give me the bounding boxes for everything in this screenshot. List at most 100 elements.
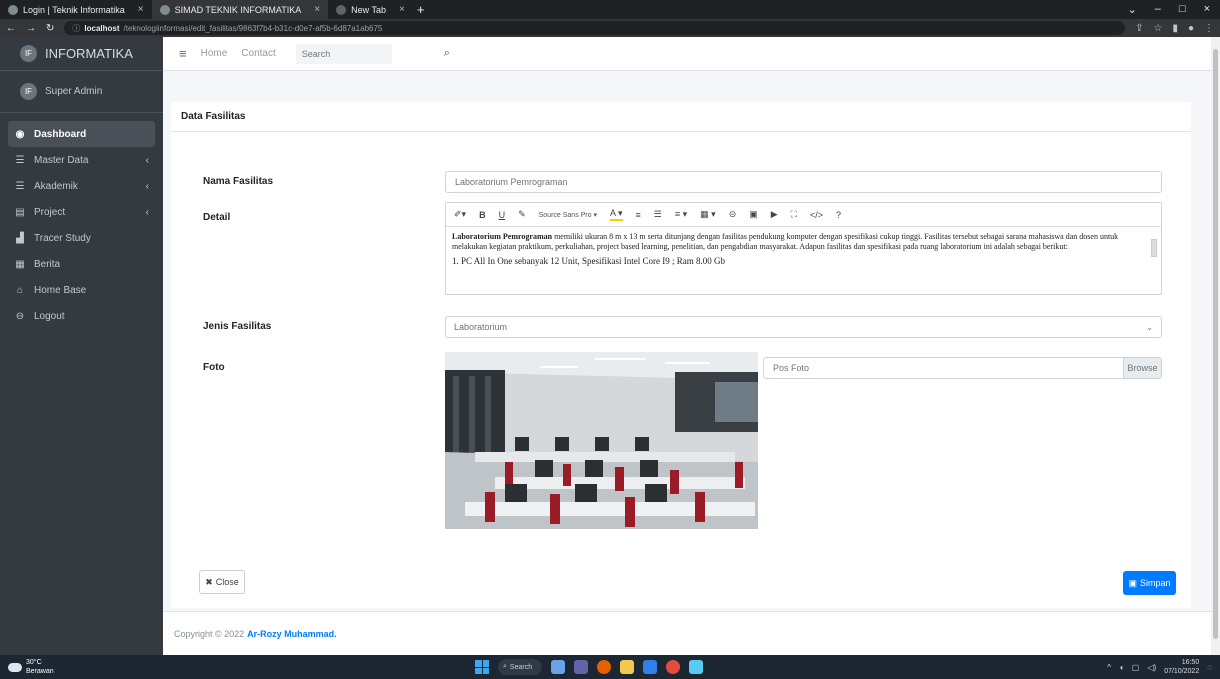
volume-icon[interactable]: ◁) xyxy=(1147,663,1156,672)
user-panel[interactable]: IF Super Admin xyxy=(0,71,163,113)
firefox-icon[interactable] xyxy=(597,660,611,674)
browser-menu-icon[interactable]: ⋮ xyxy=(1204,23,1214,34)
browser-tab[interactable]: New Tab × xyxy=(328,0,413,19)
list-icon: ☰ xyxy=(15,154,25,166)
clear-format-button[interactable]: ✎ xyxy=(518,209,526,220)
video-button[interactable]: ▶ xyxy=(771,209,778,220)
unordered-list-button[interactable]: ≡ xyxy=(636,210,641,220)
author-link[interactable]: Ar-Rozy Muhammad. xyxy=(247,629,337,639)
tab-search-icon[interactable]: ⌄ xyxy=(1128,3,1137,16)
facility-photo xyxy=(445,352,758,529)
close-window-icon[interactable]: × xyxy=(1204,3,1210,16)
link-button[interactable]: ⊝ xyxy=(729,209,737,220)
label-detail: Detail xyxy=(203,212,231,223)
reload-icon[interactable]: ↻ xyxy=(46,23,54,34)
cloud-icon xyxy=(8,662,22,672)
store-icon[interactable] xyxy=(643,660,657,674)
list-icon: ☰ xyxy=(15,180,25,192)
sidebar-nav: ◉ Dashboard ☰ Master Data ‹ ☰ Akademik ‹ ▤ Projec… xyxy=(0,113,163,337)
foto-file-input[interactable]: Pos Foto Browse xyxy=(763,357,1162,379)
chevron-down-icon: ⌄ xyxy=(1146,322,1153,332)
browser-tab-active[interactable]: SIMAD TEKNIK INFORMATIKA × xyxy=(151,0,329,19)
weather-widget[interactable]: 30°C Berawan xyxy=(0,658,200,676)
sidebar-item-label: Akademik xyxy=(34,180,78,192)
tab-close-icon[interactable]: × xyxy=(399,4,405,15)
sidebar-item-akademik[interactable]: ☰ Akademik ‹ xyxy=(8,173,155,199)
os-taskbar: 30°C Berawan ⌕ Search ^ ◖ ▢ ◁) 16:50 07/… xyxy=(0,655,1220,679)
font-family-select[interactable]: Source Sans Pro ▾ xyxy=(539,211,597,219)
jenis-fasilitas-select[interactable]: Laboratorium ⌄ xyxy=(445,316,1162,338)
chrome-icon[interactable] xyxy=(666,660,680,674)
browse-button[interactable]: Browse xyxy=(1123,358,1161,378)
user-name: Super Admin xyxy=(45,86,103,97)
windows-start-icon[interactable] xyxy=(475,660,489,674)
sidebar-item-home-base[interactable]: ⌂ Home Base xyxy=(8,277,155,303)
window-controls: ⌄ – □ × xyxy=(1128,3,1220,16)
sidebar-item-dashboard[interactable]: ◉ Dashboard xyxy=(8,121,155,147)
url-input[interactable]: ⓘ localhost /teknologiinformasi/edit_fas… xyxy=(64,21,1126,35)
search-icon[interactable]: ⌕ xyxy=(444,47,450,60)
forward-icon[interactable]: → xyxy=(26,23,36,34)
file-placeholder: Pos Foto xyxy=(773,363,810,373)
brand-logo: IF xyxy=(20,45,37,62)
style-button[interactable]: ✐▾ xyxy=(454,209,466,220)
sidebar-item-label: Master Data xyxy=(34,154,89,166)
page-scrollbar[interactable] xyxy=(1211,37,1220,655)
underline-button[interactable]: U xyxy=(499,210,506,220)
code-view-button[interactable]: </> xyxy=(810,210,823,220)
save-button[interactable]: ▣ Simpan xyxy=(1123,571,1176,595)
table-button[interactable]: ▦ ▾ xyxy=(700,209,716,220)
file-explorer-icon[interactable] xyxy=(620,660,634,674)
sidebar-item-label: Berita xyxy=(34,258,61,270)
nama-fasilitas-input[interactable]: Laboratorium Pemrograman xyxy=(445,171,1162,193)
paragraph-button[interactable]: ≡ ▾ xyxy=(675,209,687,220)
browser-tab[interactable]: Login | Teknik Informatika × xyxy=(0,0,152,19)
fullscreen-button[interactable]: ⛶ xyxy=(791,209,797,220)
scrollbar-thumb[interactable] xyxy=(1213,49,1218,639)
nav-link-home[interactable]: Home xyxy=(201,48,228,59)
display-icon[interactable]: ▢ xyxy=(1132,663,1140,672)
help-button[interactable]: ? xyxy=(836,210,841,220)
new-tab-button[interactable]: + xyxy=(417,2,425,17)
font-color-button[interactable]: A ▾ xyxy=(610,208,623,221)
copyright-text: Copyright © 2022 xyxy=(174,628,245,639)
chevron-left-icon: ‹ xyxy=(145,206,149,218)
search-input[interactable] xyxy=(295,43,392,64)
sidebar-item-master-data[interactable]: ☰ Master Data ‹ xyxy=(8,147,155,173)
teams-icon[interactable] xyxy=(574,660,588,674)
editor-scrollbar[interactable] xyxy=(1151,233,1159,293)
menu-toggle-icon[interactable]: ≡ xyxy=(179,46,187,61)
back-icon[interactable]: ← xyxy=(6,23,16,34)
tab-close-icon[interactable]: × xyxy=(314,4,320,15)
info-icon: ⓘ xyxy=(72,23,81,33)
clock-date: 07/10/2022 xyxy=(1164,668,1200,675)
picture-button[interactable]: ▣ xyxy=(749,209,758,220)
nav-link-contact[interactable]: Contact xyxy=(241,48,275,59)
network-icon[interactable]: ◖ xyxy=(1119,663,1124,672)
tab-close-icon[interactable]: × xyxy=(138,4,144,15)
favicon-icon xyxy=(8,4,18,15)
brand[interactable]: IF INFORMATIKA xyxy=(0,37,163,71)
bold-button[interactable]: B xyxy=(479,210,486,220)
maximize-icon[interactable]: □ xyxy=(1179,3,1186,16)
profile-icon[interactable]: ● xyxy=(1188,23,1194,34)
ordered-list-button[interactable]: ☰ xyxy=(654,209,662,220)
sidebar-item-berita[interactable]: ▦ Berita xyxy=(8,251,155,277)
bookmark-star-icon[interactable]: ☆ xyxy=(1153,23,1162,34)
editor-content[interactable]: Laboratorium Pemrograman memiliki ukuran… xyxy=(446,227,1161,293)
clock[interactable]: 16:50 07/10/2022 xyxy=(1164,658,1199,676)
temperature: 30°C xyxy=(26,659,42,666)
app-icon[interactable] xyxy=(689,660,703,674)
taskbar-search[interactable]: ⌕ Search xyxy=(498,659,542,675)
sidebar-item-tracer-study[interactable]: ▟ Tracer Study xyxy=(8,225,155,251)
system-tray: ^ ◖ ▢ ◁) 16:50 07/10/2022 ◌ xyxy=(1107,655,1212,679)
share-icon[interactable]: ⇪ xyxy=(1135,23,1143,34)
close-button[interactable]: ✖ Close xyxy=(199,570,245,594)
notification-icon[interactable]: ◌ xyxy=(1207,663,1212,672)
tray-chevron-icon[interactable]: ^ xyxy=(1107,663,1111,672)
task-view-icon[interactable] xyxy=(551,660,565,674)
minimize-icon[interactable]: – xyxy=(1155,3,1161,16)
sidebar-item-project[interactable]: ▤ Project ‹ xyxy=(8,199,155,225)
extension-icon[interactable]: ▮ xyxy=(1172,23,1178,34)
sidebar-item-logout[interactable]: ⊖ Logout xyxy=(8,303,155,329)
